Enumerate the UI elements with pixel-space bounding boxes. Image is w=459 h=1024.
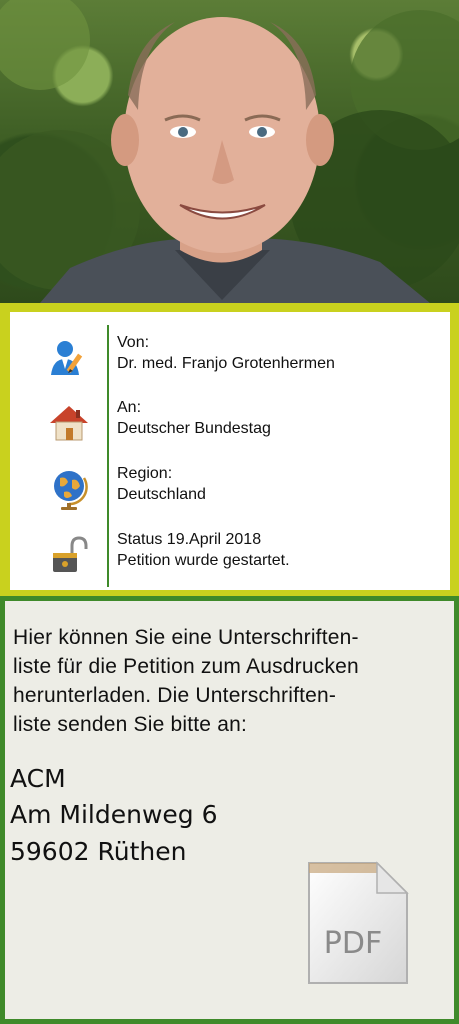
to-label: An:: [117, 399, 142, 416]
status-value: Petition wurde gestartet.: [117, 552, 290, 569]
region-value: Deutschland: [117, 486, 206, 503]
to-row: An: Deutscher Bundestag: [10, 390, 450, 452]
from-row: Von: Dr. med. Franjo Grotenhermen: [10, 325, 450, 387]
instruction-line: herunterladen. Die Unterschriften-: [13, 684, 337, 707]
instruction-line: Hier können Sie eine Unterschriften-: [13, 626, 359, 649]
to-value: Deutscher Bundestag: [117, 420, 271, 437]
status-row: Status 19.April 2018 Petition wurde gest…: [10, 522, 450, 584]
address-name: ACM: [10, 764, 66, 793]
download-instructions: Hier können Sie eine Unterschriften- lis…: [13, 623, 453, 739]
region-label: Region:: [117, 465, 173, 482]
home-icon: [50, 406, 88, 441]
author-icon: [51, 341, 83, 375]
from-label: Von:: [117, 334, 150, 351]
pdf-label: PDF: [324, 926, 382, 961]
portrait-illustration: [0, 0, 459, 303]
region-row: Region: Deutschland: [10, 456, 450, 518]
petition-info-card: Von: Dr. med. Franjo Grotenhermen An: De…: [0, 303, 459, 596]
unlocked-padlock-icon: [53, 536, 88, 572]
status-label: Status 19.April 2018: [117, 531, 262, 548]
petition-info-panel: Von: Dr. med. Franjo Grotenhermen An: De…: [10, 312, 450, 590]
instruction-line: liste senden Sie bitte an:: [13, 713, 248, 736]
pdf-download-icon[interactable]: PDF: [303, 857, 411, 989]
portrait-photo: [0, 0, 459, 303]
from-value: Dr. med. Franjo Grotenhermen: [117, 355, 335, 372]
instruction-line: liste für die Petition zum Ausdrucken: [13, 655, 359, 678]
globe-icon: [54, 471, 88, 510]
address-street: Am Mildenweg 6: [10, 800, 218, 829]
